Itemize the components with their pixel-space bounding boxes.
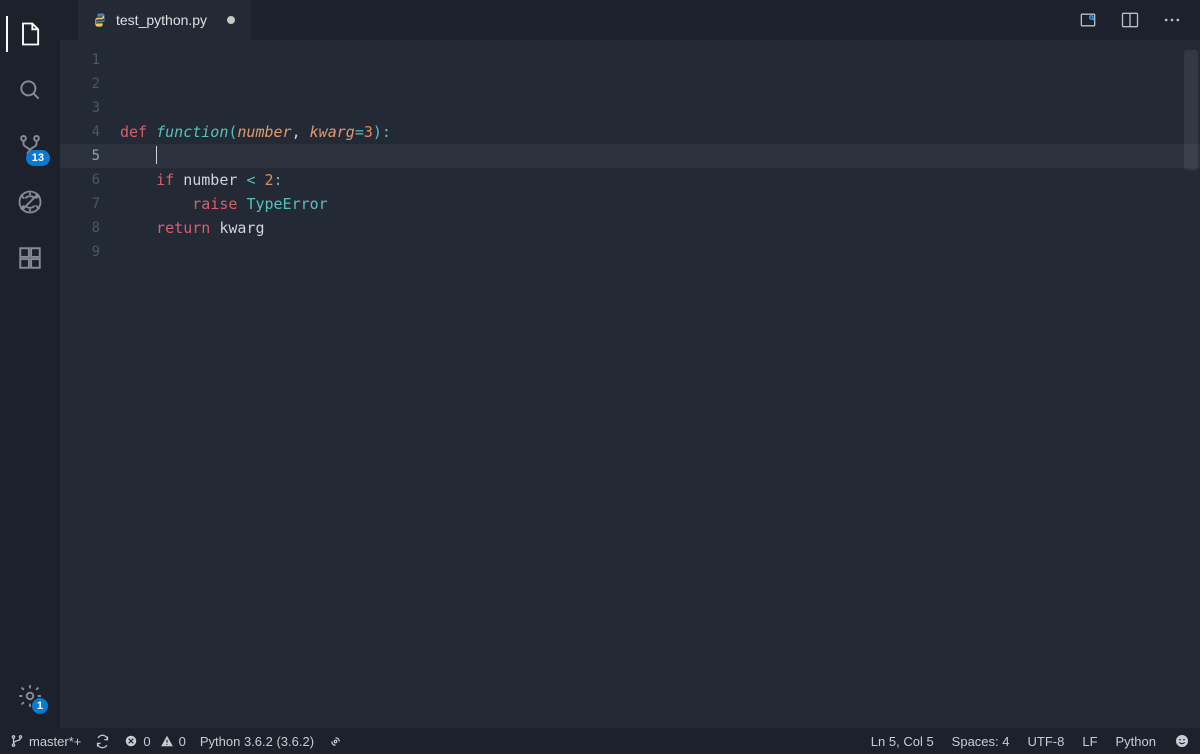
tab-bar: test_python.py	[60, 0, 1200, 40]
debug-icon[interactable]	[6, 178, 54, 226]
code-line[interactable]: 4def function(number, kwarg=3):	[60, 120, 1200, 144]
line-number: 2	[60, 72, 120, 96]
cursor-position[interactable]: Ln 5, Col 5	[871, 734, 934, 749]
tab-file[interactable]: test_python.py	[78, 0, 251, 40]
code-line[interactable]: 7 raise TypeError	[60, 192, 1200, 216]
code-line[interactable]: 9	[60, 240, 1200, 264]
feedback-icon[interactable]	[1174, 733, 1190, 749]
error-icon	[124, 734, 138, 748]
python-file-icon	[92, 12, 108, 28]
settings-gear-icon[interactable]: 1	[6, 672, 54, 720]
code-line[interactable]: 1	[60, 48, 1200, 72]
source-control-icon[interactable]: 13	[6, 122, 54, 170]
sync-button[interactable]	[95, 734, 110, 749]
warning-icon	[160, 734, 174, 748]
search-icon[interactable]	[6, 66, 54, 114]
line-number: 5	[60, 144, 120, 168]
main-area: 13 1 test_python.py	[0, 0, 1200, 728]
text-cursor	[156, 146, 157, 164]
scrollbar[interactable]	[1182, 40, 1200, 728]
indentation[interactable]: Spaces: 4	[952, 734, 1010, 749]
status-bar: master*+ 0 0 Python 3.6.2 (3.6.2) Ln 5, …	[0, 728, 1200, 754]
code-line[interactable]: 6 if number < 2:	[60, 168, 1200, 192]
code-line[interactable]: 8 return kwarg	[60, 216, 1200, 240]
line-number: 7	[60, 192, 120, 216]
git-branch-icon	[10, 734, 24, 748]
scm-badge: 13	[26, 150, 50, 166]
code-text: if number < 2:	[120, 168, 283, 192]
eol[interactable]: LF	[1082, 734, 1097, 749]
open-preview-icon[interactable]	[1074, 6, 1102, 34]
extensions-icon[interactable]	[6, 234, 54, 282]
tab-filename: test_python.py	[116, 12, 207, 28]
activity-bar: 13 1	[0, 0, 60, 728]
error-count: 0	[143, 734, 150, 749]
code-line[interactable]: 5	[60, 144, 1200, 168]
language-mode[interactable]: Python	[1116, 734, 1156, 749]
dirty-indicator-icon	[227, 16, 235, 24]
code-line[interactable]: 3	[60, 96, 1200, 120]
branch-name: master*+	[29, 734, 81, 749]
explorer-icon[interactable]	[6, 10, 54, 58]
git-branch[interactable]: master*+	[10, 734, 81, 749]
editor-actions	[1074, 0, 1200, 40]
code-editor[interactable]: 1234def function(number, kwarg=3):5 6 if…	[60, 40, 1200, 728]
split-editor-icon[interactable]	[1116, 6, 1144, 34]
code-text	[120, 144, 157, 168]
editor-region: test_python.py 1234def function(number, …	[60, 0, 1200, 728]
more-actions-icon[interactable]	[1158, 6, 1186, 34]
warning-count: 0	[179, 734, 186, 749]
line-number: 3	[60, 96, 120, 120]
scrollbar-thumb[interactable]	[1184, 50, 1198, 170]
line-number: 9	[60, 240, 120, 264]
line-number: 1	[60, 48, 120, 72]
line-number: 6	[60, 168, 120, 192]
code-line[interactable]: 2	[60, 72, 1200, 96]
code-text: def function(number, kwarg=3):	[120, 120, 391, 144]
python-interpreter[interactable]: Python 3.6.2 (3.6.2)	[200, 734, 314, 749]
line-number: 8	[60, 216, 120, 240]
code-text: return kwarg	[120, 216, 265, 240]
live-share-icon[interactable]	[328, 734, 343, 749]
problems[interactable]: 0 0	[124, 734, 185, 749]
sync-icon	[95, 734, 110, 749]
code-text: raise TypeError	[120, 192, 328, 216]
encoding[interactable]: UTF-8	[1028, 734, 1065, 749]
line-number: 4	[60, 120, 120, 144]
settings-badge: 1	[32, 698, 48, 714]
